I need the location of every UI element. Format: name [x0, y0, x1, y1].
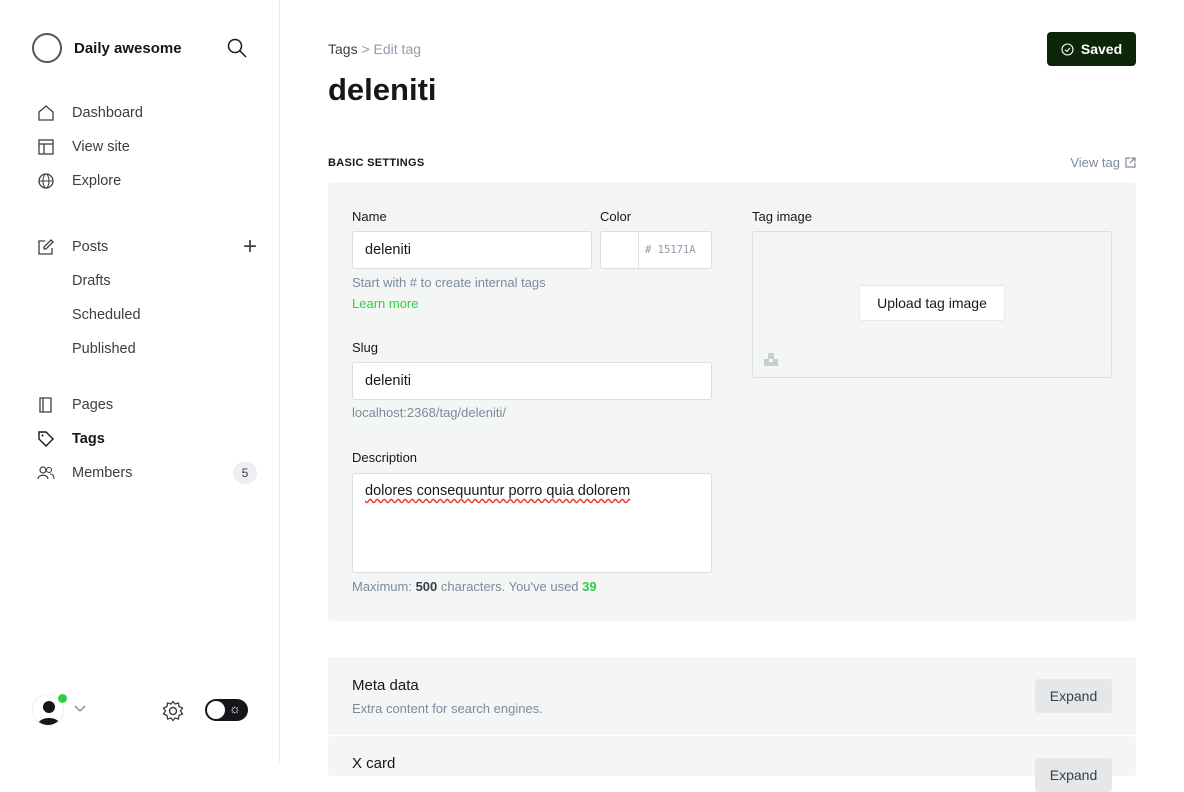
- slug-input[interactable]: deleniti: [352, 362, 712, 400]
- breadcrumb-separator: >: [361, 41, 370, 57]
- sidebar-item-pages[interactable]: Pages: [37, 388, 257, 422]
- sidebar-item-scheduled[interactable]: Scheduled: [37, 298, 257, 332]
- used-chars: 39: [582, 579, 597, 594]
- label: Posts: [72, 239, 109, 255]
- card-subtitle: Extra content for search engines.: [352, 701, 543, 716]
- label: Explore: [72, 173, 122, 189]
- external-link-icon: [1125, 157, 1136, 168]
- view-tag-link[interactable]: View tag: [1070, 155, 1136, 170]
- basic-settings-panel: Name deleniti Start with # to create int…: [328, 182, 1136, 621]
- sidebar-item-view-site[interactable]: View site: [37, 130, 257, 164]
- check-circle-icon: [1061, 42, 1074, 56]
- tag-icon: [37, 430, 57, 448]
- label: View site: [72, 139, 130, 155]
- label: Pages: [72, 397, 114, 413]
- breadcrumb: Tags > Edit tag: [328, 41, 421, 57]
- description-textarea[interactable]: dolores consequuntur porro quia dolorem: [352, 473, 712, 573]
- site-name: Daily awesome: [74, 39, 182, 57]
- tag-image-dropzone[interactable]: Upload tag image: [752, 231, 1112, 378]
- name-input[interactable]: deleniti: [352, 231, 592, 269]
- color-hex-input[interactable]: # 15171A: [639, 244, 696, 256]
- sidebar-item-drafts[interactable]: Drafts: [37, 264, 257, 298]
- sidebar-item-dashboard[interactable]: Dashboard: [37, 96, 257, 130]
- label: Members: [72, 465, 133, 481]
- site-logo: [32, 33, 62, 63]
- description-label: Description: [352, 450, 418, 465]
- image-placeholder-icon: [764, 353, 778, 366]
- breadcrumb-tags-link[interactable]: Tags: [328, 41, 358, 57]
- slug-label: Slug: [352, 340, 379, 355]
- hint-prefix: Maximum:: [352, 579, 412, 594]
- card-title: Meta data: [352, 677, 419, 694]
- sidebar: Daily awesome Dashboard View site Explor…: [0, 0, 280, 762]
- label: Dashboard: [72, 105, 143, 121]
- search-icon[interactable]: [227, 38, 247, 58]
- description-text: dolores consequuntur porro quia dolorem: [365, 483, 631, 499]
- name-hint: Start with # to create internal tags: [352, 275, 546, 290]
- card-title: X card: [352, 755, 396, 772]
- expand-button[interactable]: Expand: [1035, 758, 1112, 792]
- saved-label: Saved: [1080, 41, 1123, 57]
- meta-data-card: Meta data Extra content for search engin…: [328, 657, 1136, 735]
- chevron-down-icon[interactable]: [74, 705, 86, 713]
- hint-mid: characters. You've used: [440, 579, 579, 594]
- theme-toggle[interactable]: ☼: [205, 699, 248, 721]
- breadcrumb-current: Edit tag: [373, 41, 422, 57]
- slug-url: localhost:2368/tag/deleniti/: [352, 405, 506, 420]
- sun-icon: ☼: [229, 701, 241, 716]
- page-icon: [37, 396, 57, 414]
- learn-more-link[interactable]: Learn more: [352, 296, 418, 311]
- sidebar-item-posts[interactable]: Posts +: [37, 230, 257, 264]
- sidebar-item-tags[interactable]: Tags: [37, 422, 257, 456]
- color-field[interactable]: # 15171A: [600, 231, 712, 269]
- globe-icon: [37, 172, 57, 190]
- sidebar-item-members[interactable]: Members 5: [37, 456, 257, 490]
- gear-icon[interactable]: [162, 700, 184, 722]
- section-title: BASIC SETTINGS: [328, 157, 425, 169]
- max-chars: 500: [415, 579, 438, 594]
- brand[interactable]: Daily awesome: [32, 33, 182, 63]
- expand-button[interactable]: Expand: [1035, 679, 1112, 713]
- description-hint: Maximum: 500 characters. You've used 39: [352, 579, 597, 594]
- color-label: Color: [600, 209, 632, 224]
- sidebar-item-published[interactable]: Published: [37, 332, 257, 366]
- tag-image-label: Tag image: [752, 209, 812, 224]
- members-count-badge: 5: [233, 462, 257, 484]
- sidebar-item-explore[interactable]: Explore: [37, 164, 257, 198]
- page-title: deleniti: [328, 72, 437, 107]
- label: Tags: [72, 431, 105, 447]
- home-icon: [37, 104, 57, 122]
- view-tag-label: View tag: [1070, 155, 1120, 170]
- layout-icon: [37, 138, 57, 156]
- upload-tag-image-button[interactable]: Upload tag image: [859, 285, 1005, 321]
- online-status-dot: [57, 693, 68, 704]
- saved-button[interactable]: Saved: [1047, 32, 1136, 66]
- edit-icon: [37, 238, 57, 256]
- members-icon: [37, 464, 57, 482]
- color-swatch[interactable]: [601, 232, 639, 268]
- name-label: Name: [352, 209, 387, 224]
- add-post-button[interactable]: +: [243, 233, 257, 261]
- x-card-card: X card Expand: [328, 736, 1136, 792]
